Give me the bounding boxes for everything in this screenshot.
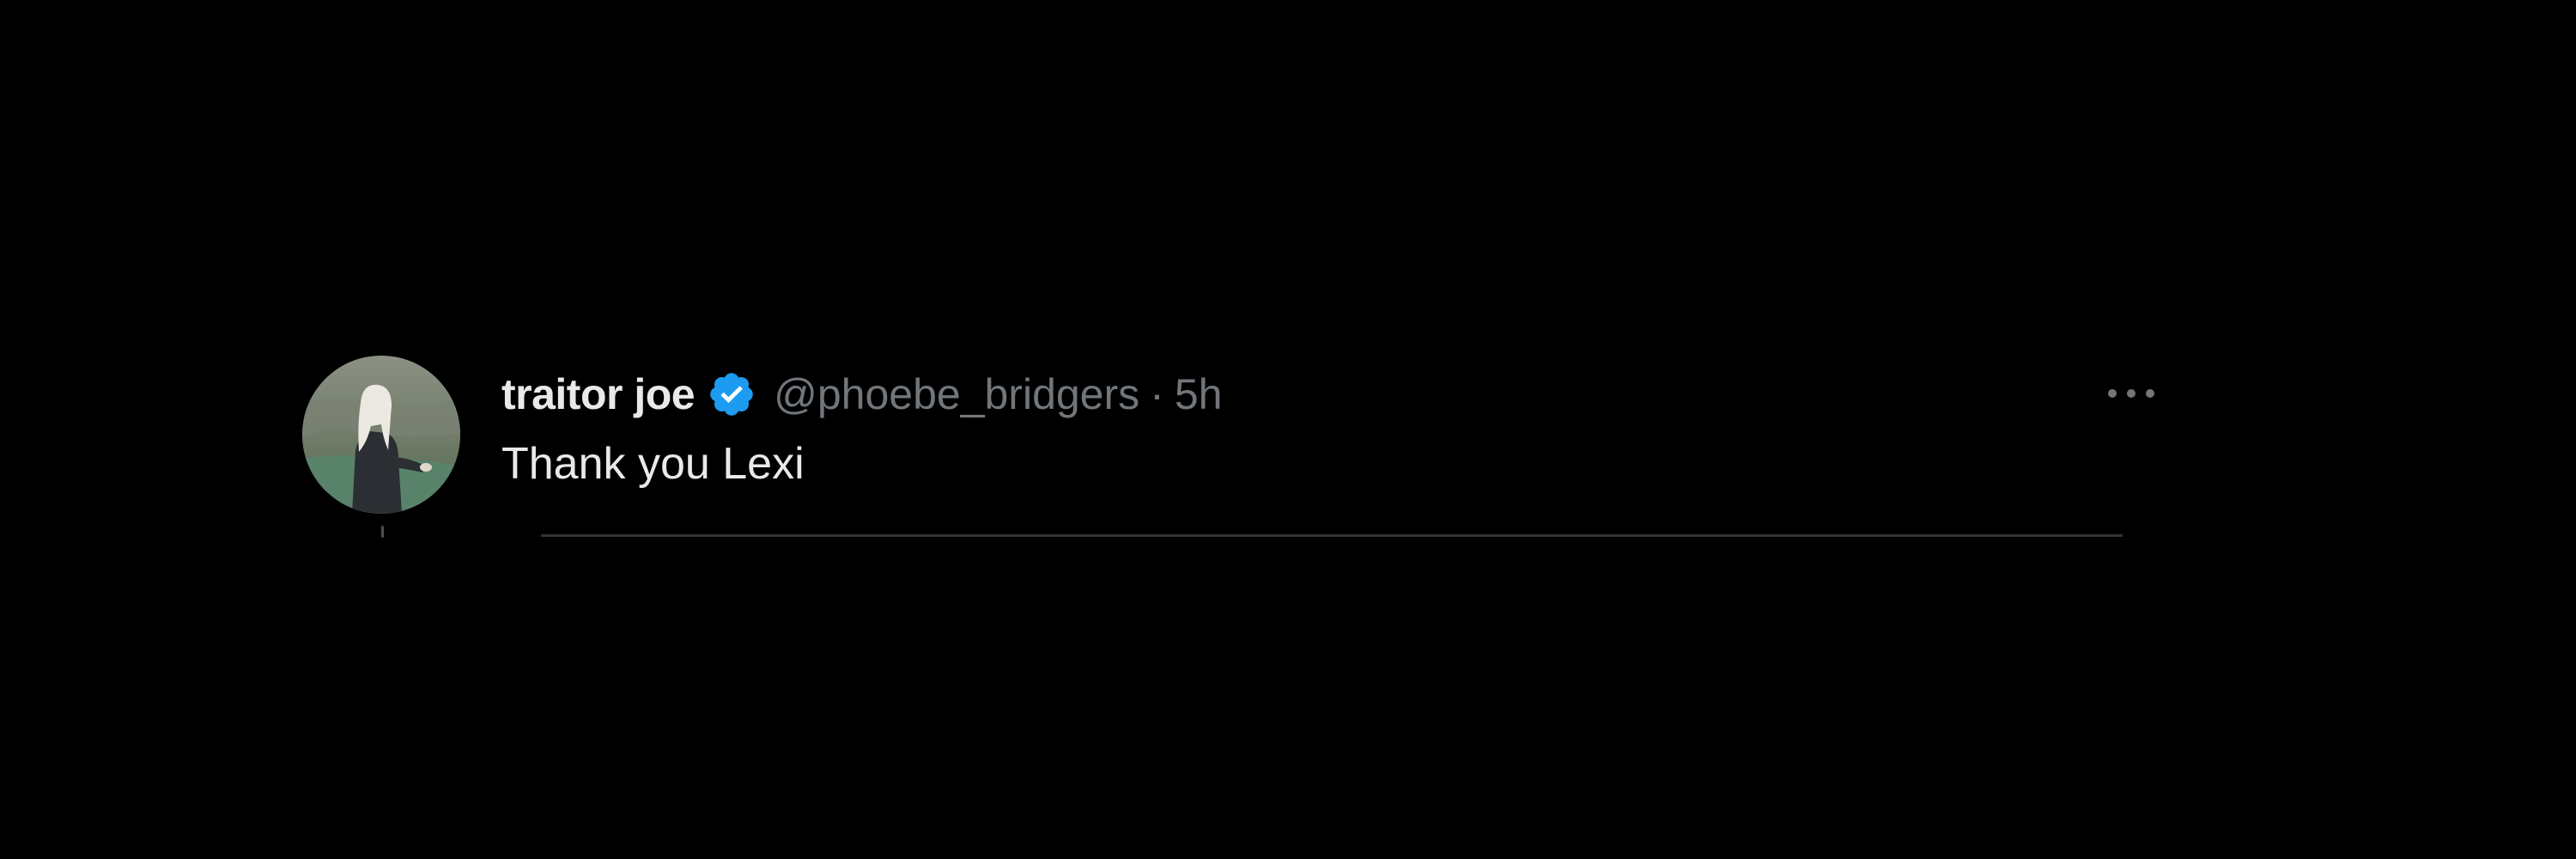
verified-badge-icon [707, 369, 756, 419]
display-name[interactable]: traitor joe [501, 369, 696, 419]
user-handle[interactable]: @phoebe_bridgers [774, 369, 1139, 419]
avatar-column [302, 356, 462, 545]
more-options-icon [2108, 389, 2154, 398]
thread-connector [381, 526, 384, 538]
timestamp[interactable]: 5h [1175, 369, 1223, 419]
tweet-header: traitor joe @phoebe_bridgers · 5h [501, 366, 2047, 423]
tweet-divider [541, 534, 2123, 537]
tweet-item[interactable]: traitor joe @phoebe_bridgers · 5h Thank … [302, 356, 2157, 545]
avatar-image [302, 356, 460, 514]
tweet-content: traitor joe @phoebe_bridgers · 5h Thank … [501, 366, 2047, 491]
avatar[interactable] [302, 356, 460, 514]
tweet-text: Thank you Lexi [501, 439, 805, 489]
separator-dot: · [1150, 370, 1164, 418]
page: traitor joe @phoebe_bridgers · 5h Thank … [0, 0, 2576, 859]
more-options-button[interactable] [2097, 376, 2166, 411]
